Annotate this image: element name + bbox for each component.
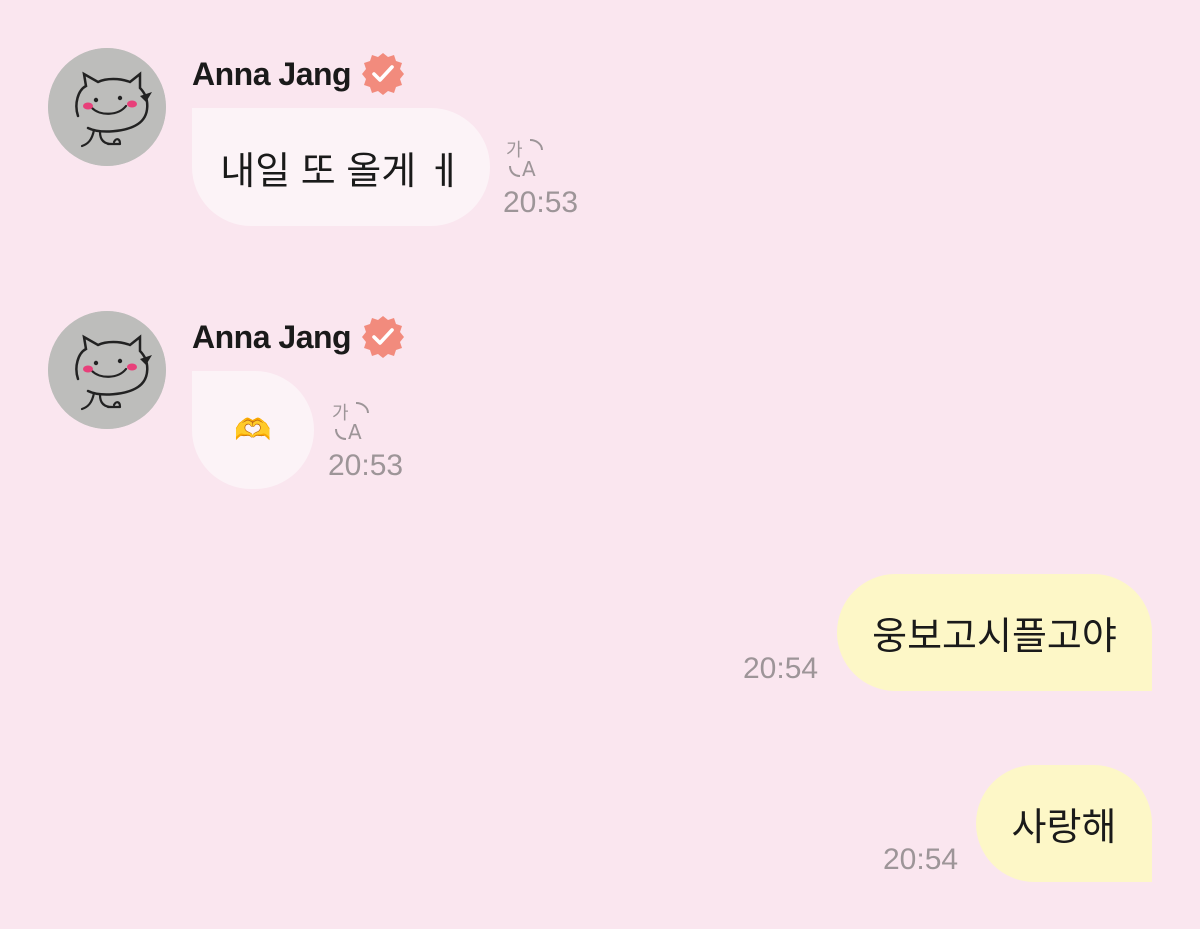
sender-header: Anna Jang	[192, 313, 407, 361]
verified-badge-icon	[362, 53, 405, 95]
translate-icon[interactable]: 가 A	[504, 136, 548, 180]
svg-text:A: A	[348, 420, 362, 443]
svg-text:A: A	[522, 157, 536, 180]
message-text: 내일 또 올게 ㅔ	[220, 150, 462, 193]
message-bubble-incoming[interactable]: 🫶	[192, 371, 314, 489]
avatar[interactable]	[48, 311, 166, 429]
message-timestamp: 20:54	[883, 843, 959, 876]
message-bubble-outgoing[interactable]: 웅보고시플고야	[837, 574, 1152, 691]
message-timestamp: 20:54	[743, 652, 819, 685]
svg-text:가: 가	[332, 403, 349, 424]
heart-hands-emoji: 🫶	[234, 413, 272, 447]
svg-text:가: 가	[506, 140, 523, 161]
sender-header: Anna Jang	[192, 50, 407, 98]
message-timestamp: 20:53	[328, 449, 404, 482]
sender-name[interactable]: Anna Jang	[192, 56, 352, 93]
message-bubble-outgoing[interactable]: 사랑해	[976, 765, 1152, 882]
message-text: 웅보고시플고야	[872, 616, 1117, 658]
cat-doodle-avatar-image	[48, 48, 166, 166]
message-bubble-incoming[interactable]: 내일 또 올게 ㅔ	[192, 108, 490, 226]
message-timestamp: 20:53	[503, 186, 579, 219]
translate-icon[interactable]: 가 A	[330, 399, 374, 443]
cat-doodle-avatar-image	[48, 311, 166, 429]
avatar[interactable]	[48, 48, 166, 166]
sender-name[interactable]: Anna Jang	[192, 319, 352, 356]
message-text: 사랑해	[1011, 807, 1117, 849]
verified-badge-icon	[362, 316, 405, 358]
